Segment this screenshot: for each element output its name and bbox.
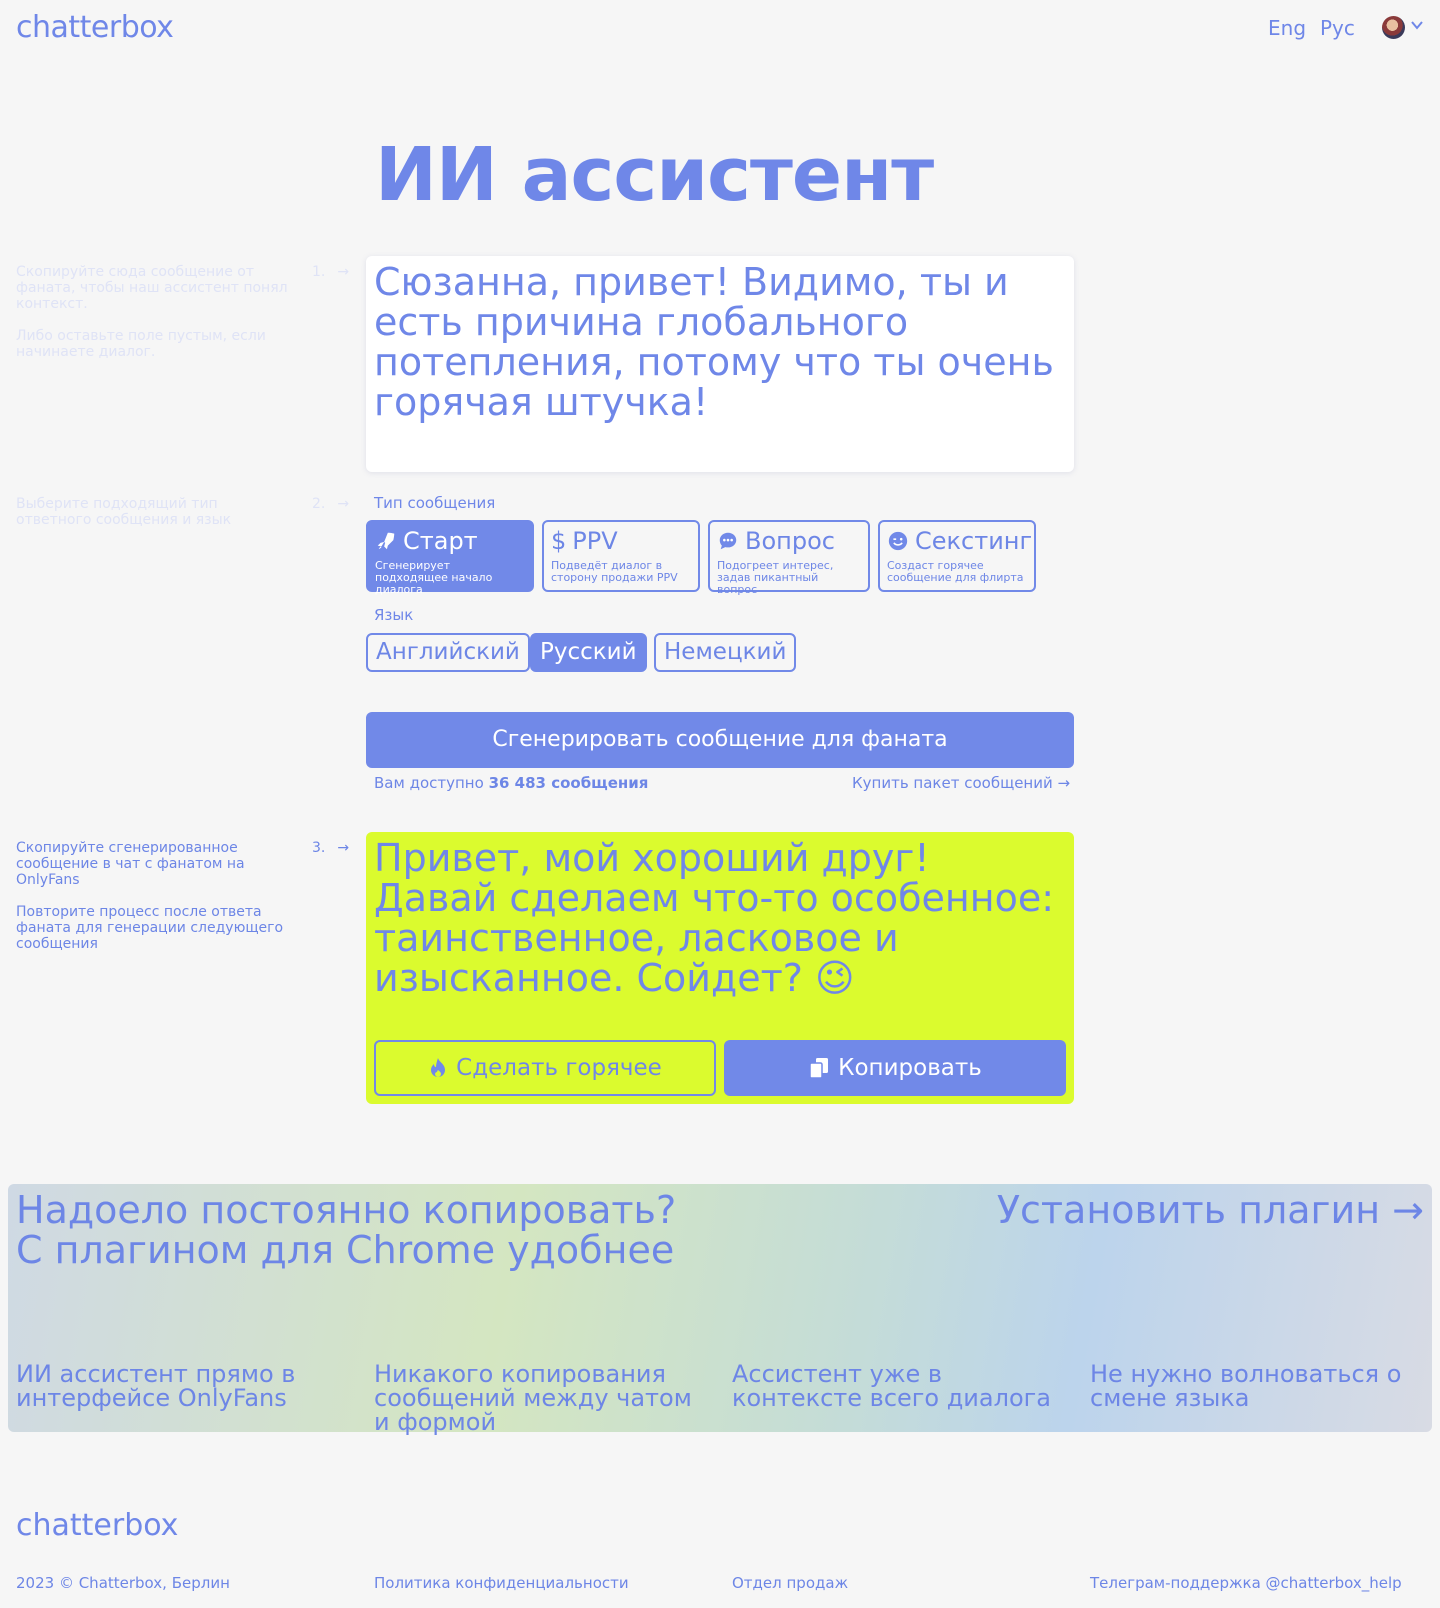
step2-hint: Выберите подходящий тип ответного сообще… <box>16 496 232 528</box>
language-option-english[interactable]: Английский <box>366 633 530 672</box>
generated-message[interactable]: Привет, мой хороший друг! Давай сделаем … <box>374 838 1064 998</box>
arrow-right-icon: → <box>337 264 350 280</box>
promo-feature: ИИ ассистент прямо в интерфейсе OnlyFans <box>16 1360 296 1412</box>
dollar-icon: $ <box>551 527 567 555</box>
logo[interactable]: chatterbox <box>16 10 174 45</box>
promo-heading-line-2: С плагином для Chrome удобнее <box>16 1228 675 1272</box>
generated-result: Привет, мой хороший друг! Давай сделаем … <box>366 832 1074 1104</box>
make-hotter-button[interactable]: Сделать горячее <box>374 1040 716 1096</box>
language-option-german[interactable]: Немецкий <box>654 633 797 672</box>
footer-copyright: 2023 © Chatterbox, Берлин <box>16 1574 230 1592</box>
promo-heading-line-1: Надоело постоянно копировать? <box>16 1188 677 1232</box>
type-card-title: PPV <box>572 527 618 555</box>
wink-emoji: 😉 <box>815 956 855 1000</box>
copy-label: Копировать <box>838 1055 982 1081</box>
generated-message-text: Привет, мой хороший друг! Давай сделаем … <box>374 836 1055 1000</box>
footer-logo[interactable]: chatterbox <box>16 1508 178 1543</box>
type-card-desc: Подогреет интерес, задав пикантный вопро… <box>717 559 834 596</box>
language-option-russian[interactable]: Русский <box>530 633 647 672</box>
fan-message-input[interactable]: Сюзанна, привет! Видимо, ты и есть причи… <box>366 256 1074 472</box>
buy-package-link[interactable]: Купить пакет сообщений → <box>852 774 1070 792</box>
promo-feature: Никакого копирования сообщений между чат… <box>374 1360 692 1436</box>
chevron-down-icon[interactable] <box>1410 18 1424 32</box>
type-card-title: Старт <box>403 527 478 555</box>
type-card-ppv[interactable]: $ PPV Подведёт диалог в сторону продажи … <box>542 520 700 592</box>
step-number: 1. <box>312 264 326 280</box>
install-plugin-link[interactable]: Установить плагин → <box>997 1190 1424 1230</box>
lang-switch-eng[interactable]: Eng <box>1268 16 1306 40</box>
lang-switch-rus[interactable]: Рус <box>1320 16 1355 40</box>
message-type-label: Тип сообщения <box>374 494 496 512</box>
flame-icon <box>431 1058 446 1077</box>
step1-hint-text: Скопируйте сюда сообщение от фаната, что… <box>16 264 288 312</box>
available-messages: Вам доступно 36 483 сообщения <box>374 774 648 792</box>
promo-heading: Надоело постоянно копировать? С плагином… <box>16 1190 676 1270</box>
type-card-desc: Сгенерирует подходящее начало диалога <box>375 559 493 596</box>
step3-hint-text: Скопируйте сгенерированное сообщение в ч… <box>16 840 245 888</box>
step-number: 2. <box>312 496 326 512</box>
type-card-desc: Создаст горячее сообщение для флирта <box>887 559 1024 584</box>
make-hotter-label: Сделать горячее <box>456 1055 662 1081</box>
available-prefix: Вам доступно <box>374 774 484 792</box>
step3-number: 3. → <box>312 840 349 856</box>
plugin-promo: Надоело постоянно копировать? С плагином… <box>8 1184 1432 1436</box>
type-card-title: Вопрос <box>745 527 835 555</box>
promo-feature: Ассистент уже в контексте всего диалога <box>732 1360 1051 1412</box>
step1-hint-text-2: Либо оставьте поле пустым, если начинает… <box>16 328 266 360</box>
type-card-start[interactable]: Старт Сгенерирует подходящее начало диал… <box>366 520 534 596</box>
language-label: Язык <box>374 606 414 624</box>
promo-feature: Не нужно волноваться о смене языка <box>1090 1360 1402 1412</box>
generate-button[interactable]: Сгенерировать сообщение для фаната <box>366 712 1074 768</box>
arrow-right-icon: → <box>337 840 350 856</box>
step-number: 3. <box>312 840 326 856</box>
type-card-desc: Подведёт диалог в сторону продажи PPV <box>551 559 678 584</box>
wink-face-icon <box>888 531 908 551</box>
type-card-title: Секстинг <box>915 527 1033 555</box>
step3-hint: Скопируйте сгенерированное сообщение в ч… <box>16 840 296 968</box>
step1-hint: Скопируйте сюда сообщение от фаната, что… <box>16 264 296 376</box>
rocket-icon <box>377 532 395 550</box>
type-card-question[interactable]: Вопрос Подогреет интерес, задав пикантны… <box>708 520 870 596</box>
copy-button[interactable]: Копировать <box>724 1040 1066 1096</box>
available-count: 36 483 сообщения <box>488 774 649 792</box>
step2-number: 2. → <box>312 496 349 512</box>
telegram-support-link[interactable]: Телеграм-поддержка @chatterbox_help <box>1090 1574 1402 1592</box>
privacy-policy-link[interactable]: Политика конфиденциальности <box>374 1574 629 1592</box>
step1-number: 1. → <box>312 264 349 280</box>
page-title: ИИ ассистент <box>375 132 934 218</box>
chat-bubble-icon <box>719 532 737 550</box>
avatar[interactable] <box>1382 16 1405 39</box>
copy-icon <box>809 1058 829 1079</box>
step3-hint-text-2: Повторите процесс после ответа фаната дл… <box>16 904 284 952</box>
arrow-right-icon: → <box>337 496 350 512</box>
sales-link[interactable]: Отдел продаж <box>732 1574 848 1592</box>
type-card-sexting[interactable]: Секстинг Создаст горячее сообщение для ф… <box>878 520 1036 592</box>
